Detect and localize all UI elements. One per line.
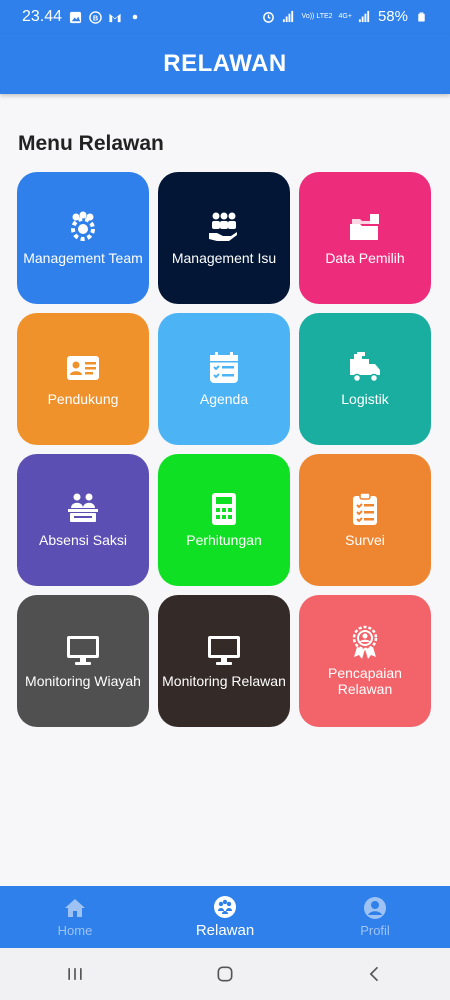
menu-tile-logistik[interactable]: Logistik (299, 313, 431, 445)
menu-tile-label: Survei (345, 532, 385, 548)
award-icon (348, 625, 382, 659)
menu-tile-monitoring-wiayah[interactable]: Monitoring Wiayah (17, 595, 149, 727)
page-title: RELAWAN (163, 50, 287, 77)
menu-tile-agenda[interactable]: Agenda (158, 313, 290, 445)
people-hand-icon (207, 210, 241, 244)
gmail-icon (108, 10, 122, 24)
calendar-check-icon (207, 351, 241, 385)
signal-icon (282, 10, 296, 24)
menu-tile-label: Pendukung (47, 391, 119, 407)
menu-tile-label: Management Isu (171, 250, 277, 266)
menu-tile-perhitungan[interactable]: Perhitungan (158, 454, 290, 586)
section-title: Menu Relawan (18, 132, 164, 155)
folders-icon (348, 210, 382, 244)
home-icon (63, 896, 87, 920)
monitor-icon (66, 633, 100, 667)
menu-tile-label: Absensi Saksi (39, 532, 127, 548)
dot-icon (128, 10, 142, 24)
menu-tile-label: Monitoring Relawan (162, 673, 286, 689)
menu-tile-absensi-saksi[interactable]: Absensi Saksi (17, 454, 149, 586)
menu-tile-pencapaian-relawan[interactable]: Pencapaian Relawan (299, 595, 431, 727)
status-left: 23.44 B (22, 8, 142, 26)
network-label-2: 4G+ (338, 13, 352, 20)
menu-tile-pendukung[interactable]: Pendukung (17, 313, 149, 445)
nav-label: Relawan (195, 922, 255, 939)
menu-tile-label: Logistik (341, 391, 389, 407)
b-circle-icon: B (88, 10, 102, 24)
app-bar: RELAWAN (0, 34, 450, 94)
bottom-nav: Home Relawan Profil (0, 886, 450, 948)
clipboard-check-icon (348, 492, 382, 526)
menu-tile-data-pemilih[interactable]: Data Pemilih (299, 172, 431, 304)
menu-tile-monitoring-relawan[interactable]: Monitoring Relawan (158, 595, 290, 727)
signal-icon (358, 10, 372, 24)
status-right: Vo)) LTE2 4G+ 58% (262, 8, 428, 25)
calculator-icon (207, 492, 241, 526)
id-card-icon (66, 351, 100, 385)
relawan-icon (213, 895, 237, 919)
status-time: 23.44 (22, 8, 63, 25)
image-icon (68, 10, 82, 24)
nav-item-profil[interactable]: Profil (300, 886, 450, 948)
menu-tile-management-team[interactable]: Management Team (17, 172, 149, 304)
battery-icon (414, 10, 428, 24)
menu-tile-label: Perhitungan (186, 532, 262, 548)
menu-tile-label: Monitoring Wiayah (25, 673, 141, 689)
back-icon[interactable] (355, 959, 395, 989)
battery-percent: 58% (377, 8, 408, 25)
menu-tile-management-isu[interactable]: Management Isu (158, 172, 290, 304)
nav-item-home[interactable]: Home (0, 886, 150, 948)
team-gear-icon (66, 210, 100, 244)
recent-apps-icon[interactable] (55, 959, 95, 989)
alarm-icon (262, 10, 276, 24)
home-button-icon[interactable] (205, 959, 245, 989)
meeting-table-icon (66, 492, 100, 526)
system-nav-bar (0, 948, 450, 1000)
menu-tile-label: Management Team (23, 250, 143, 266)
menu-grid: Management Team Management Isu Data Pemi… (17, 172, 431, 727)
truck-icon (348, 351, 382, 385)
menu-tile-label: Agenda (199, 391, 249, 407)
monitor-icon (207, 633, 241, 667)
svg-text:B: B (92, 13, 98, 22)
nav-label: Home (57, 923, 93, 938)
nav-item-relawan[interactable]: Relawan (150, 886, 300, 948)
menu-tile-label: Pencapaian Relawan (328, 665, 402, 697)
status-bar: 23.44 B Vo)) LTE2 4G+ 58% (0, 0, 450, 34)
nav-label: Profil (360, 923, 390, 938)
menu-tile-label: Data Pemilih (325, 250, 405, 266)
profile-icon (363, 896, 387, 920)
network-label-1: Vo)) LTE2 (301, 13, 333, 20)
menu-tile-survei[interactable]: Survei (299, 454, 431, 586)
